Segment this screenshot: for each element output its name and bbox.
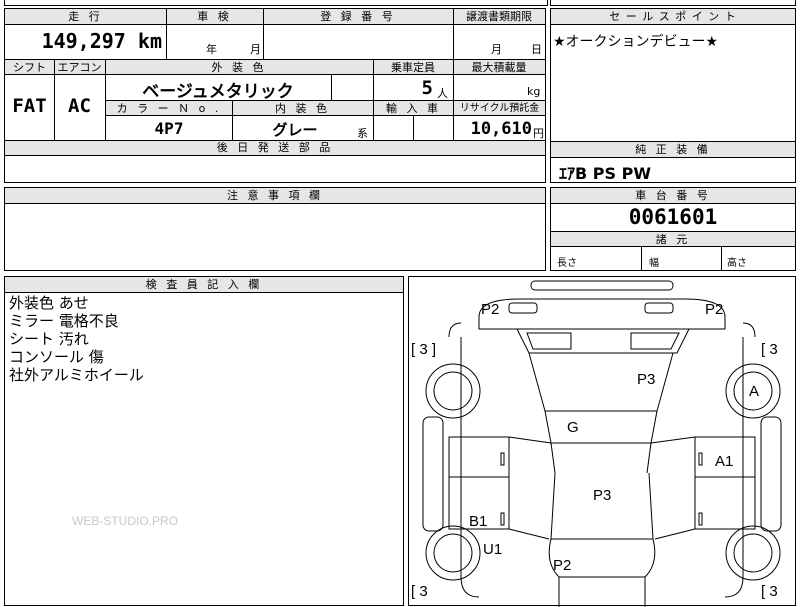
registration-header: 登 録 番 号 [263, 9, 453, 25]
max-load-header: 最大積載量 [453, 60, 545, 75]
interior-color-header: 内 装 色 [232, 101, 373, 116]
diagram-bracket-bl: [ 3 [411, 583, 428, 600]
exterior-color-header: 外 装 色 [105, 60, 373, 75]
inspector-lines: 外装色 あせ ミラー 電格不良 シート 汚れ コンソール 傷 社外アルミホイール [9, 294, 144, 384]
inspector-header: 検 査 員 記 入 欄 [5, 277, 403, 293]
recycle-header: リサイクル預託金 [454, 101, 545, 116]
diagram-p3-mid: P3 [593, 487, 612, 504]
genuine-equip-header: 純 正 装 備 [551, 142, 795, 158]
diagram-a1: A1 [715, 453, 734, 470]
top-strip [4, 0, 548, 6]
aircon-header: エアコン [54, 60, 105, 75]
inspection-date: 年 月 [206, 43, 261, 56]
watermark: WEB-STUDIO.PRO [72, 514, 179, 528]
capacity-value: 5 [421, 77, 433, 99]
diagram-p2-left: P2 [481, 301, 500, 318]
transfer-date: 月 日 [491, 43, 542, 56]
mileage-value: 149,297 km [5, 29, 166, 59]
diagram-p2-right: P2 [705, 301, 724, 318]
notes-header: 注 意 事 項 欄 [5, 188, 545, 204]
genuine-equip-value: ｴｱB PS PW [559, 164, 651, 183]
inspector-line: コンソール 傷 [9, 348, 104, 366]
parts-later-header: 後 日 発 送 部 品 [5, 141, 545, 155]
chassis-header: 車 台 番 号 [551, 188, 795, 204]
inspector-box: 検 査 員 記 入 欄 外装色 あせ ミラー 電格不良 シート 汚れ コンソール… [4, 276, 404, 606]
recycle-value: 10,610 [470, 119, 532, 139]
exterior-color-value: ベージュメタリック [142, 82, 294, 102]
diagram-bracket-tl: [ 3 ] [411, 341, 437, 358]
color-no-value: 4P7 [154, 119, 184, 138]
capacity-unit: 人 [437, 87, 448, 100]
chassis-box: 車 台 番 号 0061601 諸 元 長さ 幅 高さ [550, 187, 796, 271]
inspection-header: 車 検 [166, 9, 263, 25]
dim-length: 長さ [557, 258, 577, 269]
sales-point-box: セ ー ル ス ポ イ ン ト ★オークションデビュー★ [550, 8, 796, 142]
interior-color-value: グレー [272, 121, 318, 139]
car-diagram-box: P2 P2 [ 3 ] [ 3 P3 A G A1 P3 B1 U1 P2 [ … [408, 276, 796, 607]
diagram-u1: U1 [483, 541, 503, 558]
diagram-p3-top: P3 [637, 371, 656, 388]
mileage-number: 149,297 [41, 29, 126, 53]
diagram-bracket-tr: [ 3 [761, 341, 778, 358]
max-load-unit: kg [527, 85, 541, 98]
recycle-unit: 円 [533, 127, 544, 140]
mileage-header: 走 行 [5, 9, 166, 25]
dim-width: 幅 [649, 258, 659, 269]
chassis-value: 0061601 [628, 205, 718, 229]
diagram-b1: B1 [469, 513, 488, 530]
import-car-header: 輸 入 車 [374, 101, 453, 116]
mileage-unit: km [137, 29, 162, 53]
inspector-line: シート 汚れ [9, 330, 89, 348]
sales-point-text: ★オークションデビュー★ [553, 34, 719, 50]
top-strip-right [550, 0, 796, 6]
shift-header: シフト [5, 60, 54, 75]
diagram-g: G [567, 419, 579, 436]
dimensions-header: 諸 元 [551, 232, 795, 247]
car-diagram [422, 280, 782, 607]
vehicle-info-box: 走 行 車 検 登 録 番 号 譲渡書類期限 149,297 km 年 月 月 … [4, 8, 546, 156]
diagram-bracket-br: [ 3 [761, 583, 778, 600]
shift-value: FAT [12, 95, 47, 117]
color-no-header: カ ラ ー Ｎ o . [106, 101, 232, 116]
notes-box: 注 意 事 項 欄 [4, 187, 546, 271]
sales-point-header: セ ー ル ス ポ イ ン ト [551, 9, 795, 25]
parts-later-area [4, 155, 546, 183]
inspector-line: 外装色 あせ [9, 294, 89, 312]
capacity-header: 乗車定員 [373, 60, 453, 75]
inspector-line: 社外アルミホイール [9, 366, 144, 384]
diagram-a: A [749, 383, 760, 400]
dim-height: 高さ [727, 258, 747, 269]
aircon-value: AC [68, 95, 91, 117]
genuine-equip-box: 純 正 装 備 ｴｱB PS PW [550, 141, 796, 183]
inspector-line: ミラー 電格不良 [9, 312, 119, 330]
diagram-p2-bottom: P2 [553, 557, 572, 574]
transfer-header: 譲渡書類期限 [453, 9, 545, 25]
interior-color-suffix: 系 [357, 127, 368, 140]
